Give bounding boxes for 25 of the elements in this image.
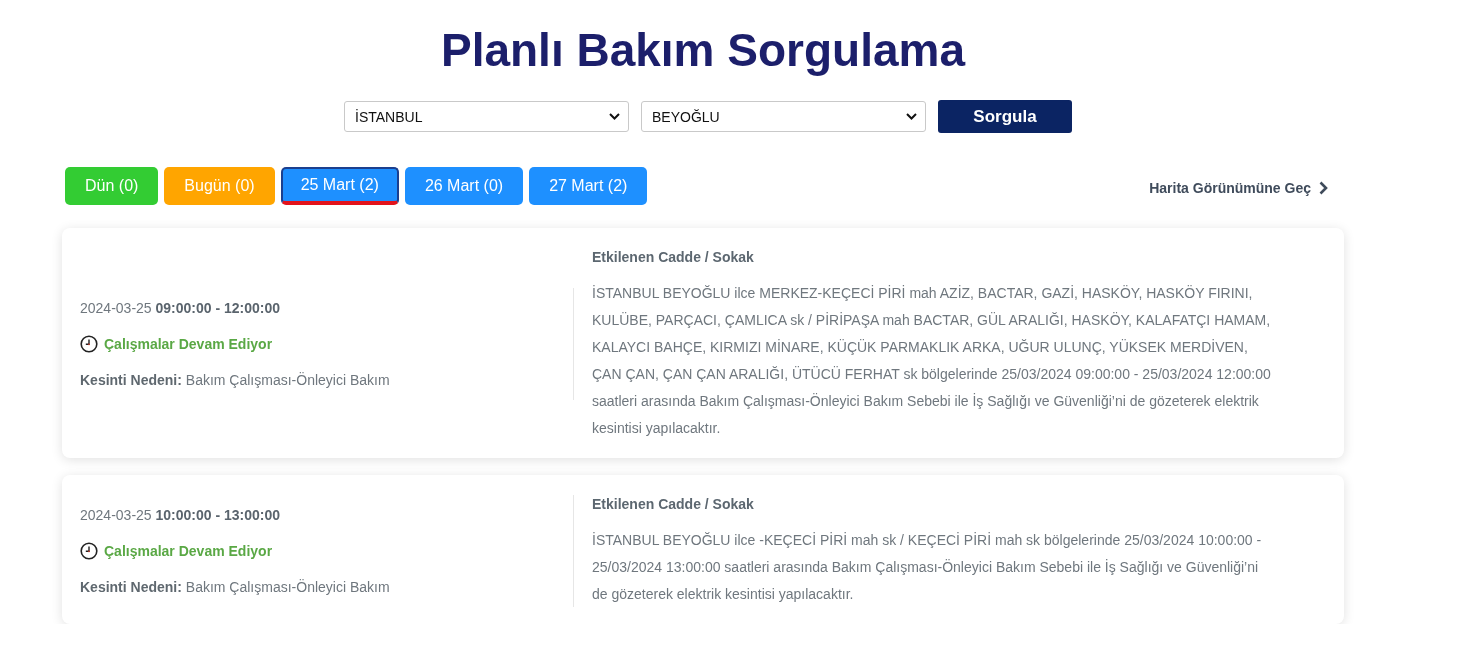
- query-button[interactable]: Sorgula: [938, 100, 1072, 133]
- streets-description: İSTANBUL BEYOĞLU ilce -KEÇECİ PİRİ mah sk / KEÇECİ PİRİ mah sk bölgelerinde 25/03/2024 10:00:00 - 25/03/2024 13:00:00 saatleri arasında Bakım Çalışması-Önleyici Bakım Sebebi ile İş Sağlığı ve Güvenliği’ni de gözeterek elektrik kesintisi yapılacaktır.: [592, 531, 1263, 604]
- day-tab[interactable]: 25 Mart (2): [280, 167, 399, 205]
- status-text: Çalışmalar Devam Ediyor: [104, 335, 273, 354]
- clock-icon: [80, 335, 98, 353]
- page-title: Planlı Bakım Sorgulama: [440, 23, 966, 78]
- day-tab[interactable]: 26 Mart (0): [404, 167, 524, 205]
- reason-text: Kesinti Nedeni: Bakım Çalışması-Önleyici Bakım: [80, 371, 391, 390]
- chevron-down-icon: [906, 113, 917, 120]
- outage-time-text: 2024-03-25 09:00:00 - 12:00:00: [80, 299, 282, 318]
- streets-description: İSTANBUL BEYOĞLU ilce MERKEZ-KEÇECİ PİRİ mah AZİZ, BACTAR, GAZİ, HASKÖY, HASKÖY FIRINI, KULÜBE, PARÇACI, ÇAMLICA sk / PİRİPAŞA mah BACTAR, GÜL ARALIĞI, HASKÖY, KALAFATÇI HAMAM, KALAYCI BAHÇE, KIRMIZI MİNARE, KÜÇÜK PARMAKLIK ARKA, UĞUR ULUNÇ, YÜKSEK MERDİVEN, ÇAN ÇAN, ÇAN ÇAN ARALIĞI, ÜTÜCÜ FERHAT sk bölgelerinde 25/03/2024 09:00:00 - 25/03/2024 12:00:00 saatleri arasında Bakım Çalışması-Önleyici Bakım Sebebi ile İş Sağlığı ve Güvenliği’ni de gözeterek elektrik kesintisi yapılacaktır.: [592, 284, 1272, 438]
- city-dropdown[interactable]: İSTANBUL: [344, 101, 629, 132]
- chevron-down-icon: [609, 113, 620, 120]
- district-dropdown[interactable]: BEYOĞLU: [641, 101, 926, 132]
- map-view-link[interactable]: Harita Görünümüne Geç: [1149, 180, 1328, 196]
- clock-icon: [80, 541, 98, 560]
- streets-heading: Etkilenen Cadde / Sokak: [592, 495, 754, 514]
- day-tab[interactable]: Dün (0): [65, 167, 159, 205]
- status-text: Çalışmalar Devam Ediyor: [104, 541, 273, 561]
- chevron-right-icon: [1319, 181, 1328, 195]
- day-tab[interactable]: Bugün (0): [164, 167, 275, 205]
- streets-heading: Etkilenen Cadde / Sokak: [592, 248, 754, 267]
- day-tab[interactable]: 27 Mart (2): [529, 167, 648, 205]
- reason-text: Kesinti Nedeni: Bakım Çalışması-Önleyici Bakım: [80, 577, 391, 597]
- outage-time-text: 2024-03-25 10:00:00 - 13:00:00: [80, 505, 282, 525]
